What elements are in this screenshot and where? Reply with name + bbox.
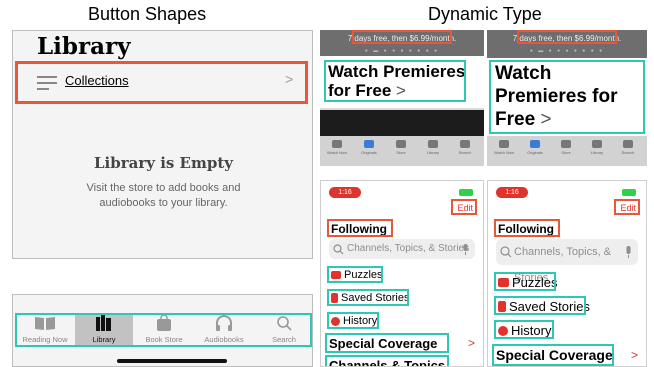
- promo-title-highlight: [489, 60, 645, 134]
- trial-highlight: [517, 30, 617, 44]
- book-open-icon: [35, 317, 55, 330]
- saved-stories-highlight: [494, 296, 586, 315]
- empty-title: Library is Empty: [94, 154, 233, 172]
- shopping-bag-icon: [157, 315, 171, 331]
- store-tab-store[interactable]: Store: [386, 140, 416, 155]
- history-highlight: [327, 312, 379, 329]
- following-highlight: [327, 219, 393, 237]
- news-screenshot-large: 1:16 Edit Following Channels, Topics, & …: [487, 180, 647, 367]
- edit-highlight: [451, 199, 477, 215]
- collections-row-highlight: [15, 61, 308, 104]
- store-tabbar: Watch Now Originals Store Library Search: [487, 136, 647, 166]
- store-tab-originals[interactable]: Originals: [520, 140, 550, 155]
- battery-icon: [459, 189, 473, 196]
- store-tab-search[interactable]: Search: [450, 140, 480, 155]
- chevron-right-icon: >: [467, 336, 475, 350]
- tab-library[interactable]: Library: [75, 315, 133, 345]
- puzzles-highlight: [327, 266, 383, 283]
- page-dots: ● ▬ ● ● ● ● ● ● ●: [529, 48, 605, 54]
- trial-highlight: [352, 30, 452, 44]
- news-screenshot-standard: 1:16 Edit Following Channels, Topics, & …: [320, 180, 484, 367]
- battery-icon: [622, 189, 636, 196]
- search-icon: [277, 316, 292, 331]
- library-books-icon: [96, 315, 111, 331]
- puzzles-highlight: [494, 272, 556, 291]
- collections-link[interactable]: Collections: [65, 73, 129, 88]
- status-time: 1:16: [329, 187, 361, 198]
- promo-title-highlight: [324, 60, 466, 102]
- chevron-right-icon: >: [285, 71, 294, 87]
- store-tabbar: Watch Now Originals Store Library Search: [320, 136, 484, 166]
- store-tab-library[interactable]: Library: [418, 140, 448, 155]
- store-tab-store[interactable]: Store: [551, 140, 581, 155]
- special-coverage-highlight: [325, 333, 449, 353]
- page-dots: ● ▬ ● ● ● ● ● ● ●: [364, 48, 440, 54]
- tab-audiobooks[interactable]: Audiobooks: [195, 315, 253, 345]
- tab-reading-now[interactable]: Reading Now: [16, 315, 74, 345]
- chevron-right-icon: >: [630, 348, 638, 362]
- home-indicator: [117, 359, 227, 363]
- store-tab-watch-now[interactable]: Watch Now: [489, 140, 519, 155]
- store-tab-library[interactable]: Library: [582, 140, 612, 155]
- following-highlight: [494, 219, 560, 237]
- list-icon: [37, 76, 57, 94]
- store-tab-watch-now[interactable]: Watch Now: [322, 140, 352, 155]
- search-field[interactable]: Channels, Topics, & Stories: [329, 239, 475, 259]
- tabbar-screenshot: Reading Now Library Book Store Audiobook…: [12, 294, 313, 367]
- store-tab-originals[interactable]: Originals: [354, 140, 384, 155]
- search-icon: [333, 244, 344, 255]
- heading-dynamic-type: Dynamic Type: [428, 4, 542, 24]
- status-time: 1:16: [496, 187, 528, 198]
- microphone-icon[interactable]: [462, 244, 469, 255]
- heading-button-shapes: Button Shapes: [88, 4, 207, 24]
- tab-search[interactable]: Search: [255, 315, 312, 345]
- special-coverage-highlight: [492, 344, 614, 366]
- store-screenshot-large: 7 days free, then $6.99/month. ● ▬ ● ● ●…: [487, 30, 647, 166]
- saved-stories-highlight: [327, 289, 409, 306]
- search-field[interactable]: Channels, Topics, & Stories: [496, 239, 638, 284]
- microphone-icon[interactable]: [625, 246, 632, 258]
- store-tab-search[interactable]: Search: [613, 140, 643, 155]
- store-screenshot-standard: 7 days free, then $6.99/month. ● ▬ ● ● ●…: [320, 30, 484, 166]
- search-icon: [500, 246, 512, 258]
- edit-highlight: [614, 199, 640, 215]
- tab-book-store[interactable]: Book Store: [135, 315, 193, 345]
- library-screenshot: Library Collections > Library is Empty V…: [12, 30, 313, 259]
- history-highlight: [494, 320, 554, 339]
- empty-subtitle: Visit the store to add books and audiobo…: [86, 182, 241, 209]
- headphones-icon: [216, 315, 232, 331]
- channels-topics-highlight: [325, 355, 449, 366]
- library-title: Library: [37, 33, 131, 60]
